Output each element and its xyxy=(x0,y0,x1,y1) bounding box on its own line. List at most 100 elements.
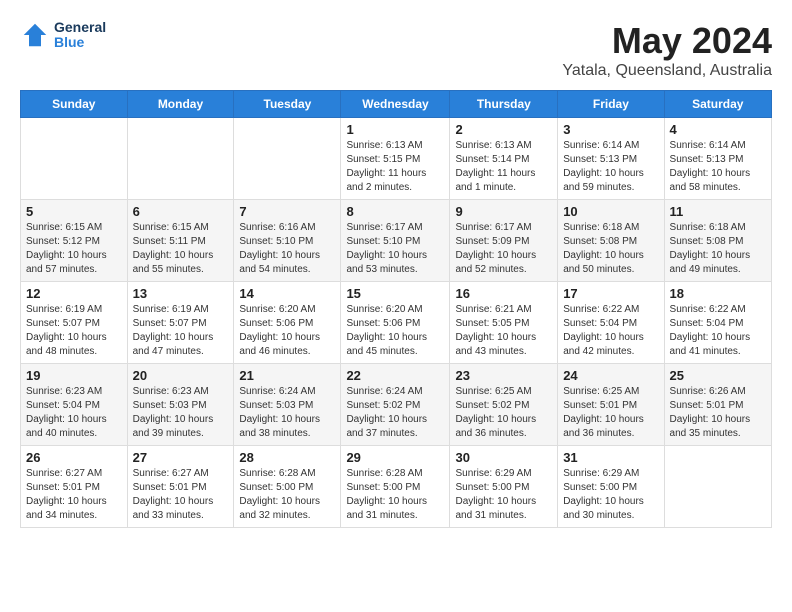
calendar-cell: 2Sunrise: 6:13 AMSunset: 5:14 PMDaylight… xyxy=(450,118,558,200)
calendar-week-row: 1 Sunrise: 6:13 AMSunset: 5:15 PMDaylight… xyxy=(21,118,772,200)
logo-icon xyxy=(20,20,50,50)
weekday-header-sunday: Sunday xyxy=(21,91,128,118)
day-info: Sunrise: 6:18 AMSunset: 5:08 PMDaylight:… xyxy=(563,221,658,277)
day-info: Sunrise: 6:29 AMSunset: 5:00 PMDaylight:… xyxy=(455,467,552,523)
calendar-cell xyxy=(21,118,128,200)
calendar-header: SundayMondayTuesdayWednesdayThursdayFrid… xyxy=(21,91,772,118)
day-info: Sunrise: 6:28 AMSunset: 5:00 PMDaylight:… xyxy=(346,467,444,523)
logo-line1: General xyxy=(54,20,106,35)
calendar-cell: 31Sunrise: 6:29 AMSunset: 5:00 PMDayligh… xyxy=(558,446,664,528)
day-number: 22 xyxy=(346,368,444,383)
calendar-cell: 18 Sunrise: 6:22 AMSunset: 5:04 PMDayligh… xyxy=(664,282,771,364)
day-number: 24 xyxy=(563,368,658,383)
day-info: Sunrise: 6:22 AMSunset: 5:04 PMDaylight:… xyxy=(670,303,766,359)
calendar-cell: 17 Sunrise: 6:22 AMSunset: 5:04 PMDayligh… xyxy=(558,282,664,364)
day-number: 1 xyxy=(346,122,444,137)
day-number: 30 xyxy=(455,450,552,465)
day-number: 8 xyxy=(346,204,444,219)
day-info: Sunrise: 6:20 AMSunset: 5:06 PMDaylight:… xyxy=(239,303,335,359)
calendar-cell: 29 Sunrise: 6:28 AMSunset: 5:00 PMDayligh… xyxy=(341,446,450,528)
logo-text: General Blue xyxy=(54,20,106,51)
calendar-cell: 3 Sunrise: 6:14 AMSunset: 5:13 PMDaylight… xyxy=(558,118,664,200)
page-header: General Blue May 2024 Yatala, Queensland… xyxy=(20,20,772,80)
day-number: 23 xyxy=(455,368,552,383)
calendar-cell: 19Sunrise: 6:23 AMSunset: 5:04 PMDayligh… xyxy=(21,364,128,446)
day-info: Sunrise: 6:15 AMSunset: 5:11 PMDaylight:… xyxy=(133,221,229,277)
calendar-cell: 16 Sunrise: 6:21 AMSunset: 5:05 PMDayligh… xyxy=(450,282,558,364)
day-number: 17 xyxy=(563,286,658,301)
weekday-header-thursday: Thursday xyxy=(450,91,558,118)
weekday-header-friday: Friday xyxy=(558,91,664,118)
location: Yatala, Queensland, Australia xyxy=(562,62,772,80)
calendar-cell: 8 Sunrise: 6:17 AMSunset: 5:10 PMDaylight… xyxy=(341,200,450,282)
day-number: 11 xyxy=(670,204,766,219)
calendar-cell: 23 Sunrise: 6:25 AMSunset: 5:02 PMDayligh… xyxy=(450,364,558,446)
day-info: Sunrise: 6:22 AMSunset: 5:04 PMDaylight:… xyxy=(563,303,658,359)
calendar-cell: 27Sunrise: 6:27 AMSunset: 5:01 PMDayligh… xyxy=(127,446,234,528)
calendar-cell: 22Sunrise: 6:24 AMSunset: 5:02 PMDayligh… xyxy=(341,364,450,446)
day-info: Sunrise: 6:17 AMSunset: 5:09 PMDaylight:… xyxy=(455,221,552,277)
weekday-header-monday: Monday xyxy=(127,91,234,118)
calendar-cell xyxy=(664,446,771,528)
logo-line2: Blue xyxy=(54,35,106,50)
calendar-cell: 1 Sunrise: 6:13 AMSunset: 5:15 PMDaylight… xyxy=(341,118,450,200)
day-number: 15 xyxy=(346,286,444,301)
day-info: Sunrise: 6:19 AMSunset: 5:07 PMDaylight:… xyxy=(26,303,122,359)
day-number: 12 xyxy=(26,286,122,301)
day-info: Sunrise: 6:20 AMSunset: 5:06 PMDaylight:… xyxy=(346,303,444,359)
day-info: Sunrise: 6:14 AMSunset: 5:13 PMDaylight:… xyxy=(563,139,658,195)
day-number: 18 xyxy=(670,286,766,301)
day-number: 3 xyxy=(563,122,658,137)
calendar-cell: 15 Sunrise: 6:20 AMSunset: 5:06 PMDayligh… xyxy=(341,282,450,364)
calendar-cell: 13 Sunrise: 6:19 AMSunset: 5:07 PMDayligh… xyxy=(127,282,234,364)
day-info: Sunrise: 6:23 AMSunset: 5:03 PMDaylight:… xyxy=(133,385,229,441)
calendar-cell: 7 Sunrise: 6:16 AMSunset: 5:10 PMDaylight… xyxy=(234,200,341,282)
day-info: Sunrise: 6:18 AMSunset: 5:08 PMDaylight:… xyxy=(670,221,766,277)
day-number: 6 xyxy=(133,204,229,219)
calendar-cell: 28Sunrise: 6:28 AMSunset: 5:00 PMDayligh… xyxy=(234,446,341,528)
day-number: 5 xyxy=(26,204,122,219)
day-number: 31 xyxy=(563,450,658,465)
day-info: Sunrise: 6:15 AMSunset: 5:12 PMDaylight:… xyxy=(26,221,122,277)
calendar-cell: 30 Sunrise: 6:29 AMSunset: 5:00 PMDayligh… xyxy=(450,446,558,528)
day-info: Sunrise: 6:19 AMSunset: 5:07 PMDaylight:… xyxy=(133,303,229,359)
day-info: Sunrise: 6:25 AMSunset: 5:02 PMDaylight:… xyxy=(455,385,552,441)
day-info: Sunrise: 6:13 AMSunset: 5:15 PMDaylight:… xyxy=(346,139,444,195)
weekday-header-wednesday: Wednesday xyxy=(341,91,450,118)
day-number: 14 xyxy=(239,286,335,301)
weekday-header-saturday: Saturday xyxy=(664,91,771,118)
calendar-cell: 20Sunrise: 6:23 AMSunset: 5:03 PMDayligh… xyxy=(127,364,234,446)
calendar-week-row: 12 Sunrise: 6:19 AMSunset: 5:07 PMDayligh… xyxy=(21,282,772,364)
calendar-cell: 10 Sunrise: 6:18 AMSunset: 5:08 PMDayligh… xyxy=(558,200,664,282)
day-number: 13 xyxy=(133,286,229,301)
calendar-table: SundayMondayTuesdayWednesdayThursdayFrid… xyxy=(20,90,772,528)
day-info: Sunrise: 6:17 AMSunset: 5:10 PMDaylight:… xyxy=(346,221,444,277)
calendar-cell: 9 Sunrise: 6:17 AMSunset: 5:09 PMDaylight… xyxy=(450,200,558,282)
calendar-week-row: 26Sunrise: 6:27 AMSunset: 5:01 PMDayligh… xyxy=(21,446,772,528)
day-info: Sunrise: 6:16 AMSunset: 5:10 PMDaylight:… xyxy=(239,221,335,277)
day-number: 7 xyxy=(239,204,335,219)
day-number: 16 xyxy=(455,286,552,301)
title-section: May 2024 Yatala, Queensland, Australia xyxy=(562,20,772,80)
day-info: Sunrise: 6:21 AMSunset: 5:05 PMDaylight:… xyxy=(455,303,552,359)
day-info: Sunrise: 6:14 AMSunset: 5:13 PMDaylight:… xyxy=(670,139,766,195)
logo: General Blue xyxy=(20,20,106,51)
day-info: Sunrise: 6:23 AMSunset: 5:04 PMDaylight:… xyxy=(26,385,122,441)
calendar-cell: 5 Sunrise: 6:15 AMSunset: 5:12 PMDaylight… xyxy=(21,200,128,282)
day-info: Sunrise: 6:28 AMSunset: 5:00 PMDaylight:… xyxy=(239,467,335,523)
day-number: 26 xyxy=(26,450,122,465)
day-info: Sunrise: 6:24 AMSunset: 5:03 PMDaylight:… xyxy=(239,385,335,441)
day-number: 9 xyxy=(455,204,552,219)
day-number: 21 xyxy=(239,368,335,383)
day-number: 27 xyxy=(133,450,229,465)
calendar-cell xyxy=(127,118,234,200)
calendar-cell: 21 Sunrise: 6:24 AMSunset: 5:03 PMDayligh… xyxy=(234,364,341,446)
day-number: 10 xyxy=(563,204,658,219)
day-info: Sunrise: 6:13 AMSunset: 5:14 PMDaylight:… xyxy=(455,139,552,195)
month-title: May 2024 xyxy=(562,20,772,62)
day-number: 29 xyxy=(346,450,444,465)
day-number: 4 xyxy=(670,122,766,137)
weekday-header-row: SundayMondayTuesdayWednesdayThursdayFrid… xyxy=(21,91,772,118)
calendar-cell xyxy=(234,118,341,200)
day-info: Sunrise: 6:26 AMSunset: 5:01 PMDaylight:… xyxy=(670,385,766,441)
